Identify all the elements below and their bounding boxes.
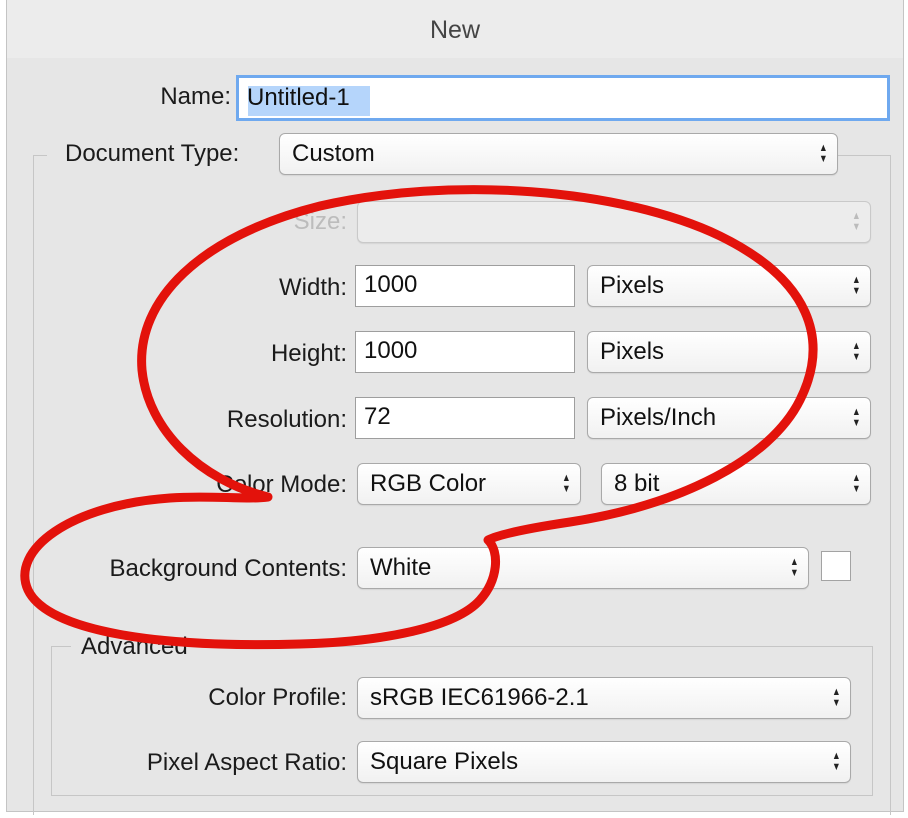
name-label: Name: bbox=[160, 83, 231, 110]
color-profile-select[interactable]: sRGB IEC61966-2.1 ▲ ▼ bbox=[357, 677, 851, 719]
size-label: Size: bbox=[293, 208, 347, 235]
updown-arrows-icon: ▲ ▼ bbox=[852, 472, 861, 496]
width-unit-select[interactable]: Pixels ▲ ▼ bbox=[587, 265, 871, 307]
pixel-aspect-ratio-label: Pixel Aspect Ratio: bbox=[146, 749, 347, 776]
background-contents-label: Background Contents: bbox=[109, 555, 347, 582]
width-label: Width: bbox=[278, 274, 347, 301]
pixel-aspect-ratio-select[interactable]: Square Pixels ▲ ▼ bbox=[357, 741, 851, 783]
advanced-legend[interactable]: Advanced bbox=[71, 632, 241, 662]
document-type-select[interactable]: Custom ▲ ▼ bbox=[279, 133, 838, 175]
new-document-dialog: New Name: Untitled-1 Document Type: Cust… bbox=[6, 0, 904, 815]
updown-arrows-icon: ▲ ▼ bbox=[852, 340, 861, 364]
background-contents-select[interactable]: White ▲ ▼ bbox=[357, 547, 809, 589]
updown-arrows-icon: ▲ ▼ bbox=[832, 750, 841, 774]
height-unit-select[interactable]: Pixels ▲ ▼ bbox=[587, 331, 871, 373]
resolution-field[interactable]: 72 bbox=[355, 397, 575, 439]
window-title: New bbox=[429, 16, 480, 44]
color-mode-label: Color Mode: bbox=[216, 471, 347, 498]
name-value: Untitled-1 bbox=[247, 84, 350, 111]
height-label: Height: bbox=[270, 340, 347, 367]
color-profile-value: sRGB IEC61966-2.1 bbox=[370, 684, 589, 711]
color-mode-value: RGB Color bbox=[370, 470, 487, 497]
width-field[interactable]: 1000 bbox=[355, 265, 575, 307]
resolution-value: 72 bbox=[364, 403, 391, 430]
updown-arrows-icon: ▲ ▼ bbox=[819, 142, 828, 166]
width-value: 1000 bbox=[364, 271, 418, 298]
updown-arrows-icon: ▲ ▼ bbox=[852, 274, 861, 298]
updown-arrows-icon: ▲ ▼ bbox=[852, 406, 861, 430]
height-value: 1000 bbox=[364, 337, 418, 364]
document-type-label: Document Type: bbox=[47, 139, 289, 169]
background-contents-value: White bbox=[370, 554, 432, 581]
size-select[interactable]: ▲ ▼ bbox=[357, 201, 871, 243]
updown-arrows-icon: ▲ ▼ bbox=[832, 686, 841, 710]
bit-depth-select[interactable]: 8 bit ▲ ▼ bbox=[601, 463, 871, 505]
title-bar[interactable]: New bbox=[7, 0, 903, 58]
color-mode-select[interactable]: RGB Color ▲ ▼ bbox=[357, 463, 581, 505]
color-profile-label: Color Profile: bbox=[208, 684, 347, 711]
bit-depth-value: 8 bit bbox=[614, 470, 660, 497]
resolution-unit-select[interactable]: Pixels/Inch ▲ ▼ bbox=[587, 397, 871, 439]
resolution-label: Resolution: bbox=[226, 406, 347, 433]
document-type-value: Custom bbox=[292, 140, 375, 167]
height-field[interactable]: 1000 bbox=[355, 331, 575, 373]
background-color-swatch[interactable] bbox=[821, 551, 851, 581]
updown-arrows-icon: ▲ ▼ bbox=[562, 472, 571, 496]
resolution-unit-value: Pixels/Inch bbox=[600, 404, 717, 431]
updown-arrows-icon: ▲ ▼ bbox=[790, 556, 799, 580]
updown-arrows-icon: ▲ ▼ bbox=[852, 210, 861, 234]
width-unit-value: Pixels bbox=[600, 272, 665, 299]
height-unit-value: Pixels bbox=[600, 338, 665, 365]
name-field[interactable]: Untitled-1 bbox=[236, 75, 890, 121]
pixel-aspect-ratio-value: Square Pixels bbox=[370, 748, 519, 775]
